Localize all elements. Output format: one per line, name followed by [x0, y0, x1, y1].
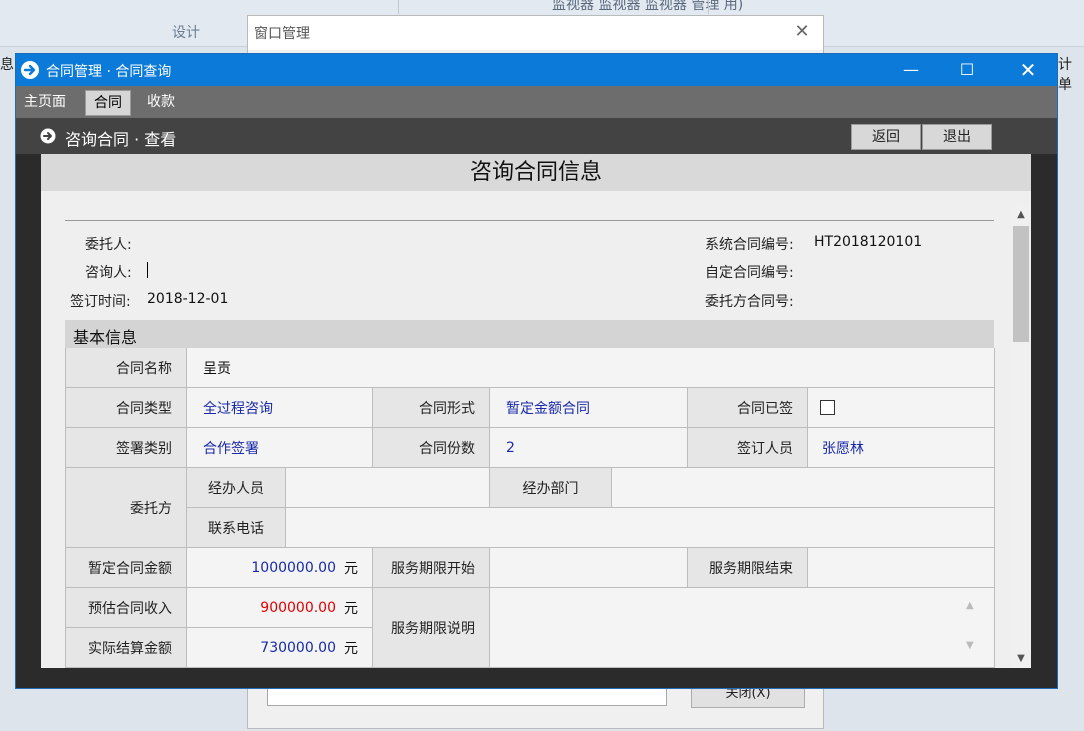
arrow-circle-icon — [40, 128, 56, 144]
sign-date-value: 2018-12-01 — [147, 291, 229, 307]
currency-unit: 元 — [344, 600, 358, 617]
window-manager-close-icon[interactable]: ✕ — [792, 22, 812, 42]
contract-query-window: 合同管理 · 合同查询 — ☐ ✕ 主页面 合同 收款 咨询合同 · 查看 返回… — [15, 53, 1058, 689]
actual-amount-label: 实际结算金额 — [66, 628, 187, 668]
phone-label: 联系电话 — [187, 508, 286, 548]
tentative-amount-label: 暂定合同金额 — [66, 548, 187, 588]
text-caret — [147, 262, 148, 278]
section-title: 基本信息 — [73, 328, 138, 347]
window-manager-title: 窗口管理 — [254, 26, 310, 42]
scrollbar-thumb[interactable] — [1013, 226, 1029, 342]
client-party-label: 委托方 — [66, 468, 187, 548]
currency-unit: 元 — [344, 640, 358, 657]
tab-contract[interactable]: 合同 — [85, 90, 131, 116]
form-title: 咨询合同信息 — [41, 154, 1031, 191]
background-separator — [398, 0, 399, 14]
consultant-label: 咨询人: — [85, 265, 132, 281]
back-button[interactable]: 返回 — [851, 124, 921, 150]
tab-home[interactable]: 主页面 — [16, 90, 74, 114]
basic-info-table: 合同名称 呈贡 合同类型 全过程咨询 合同形式 暂定金额合同 合同已签 签署类别… — [65, 348, 995, 668]
vertical-scrollbar[interactable]: ▲ ▼ — [1012, 206, 1030, 668]
close-window-button[interactable]: ✕ — [1005, 54, 1051, 86]
estimated-income-label: 预估合同收入 — [66, 588, 187, 628]
system-contract-no-value: HT2018120101 — [814, 234, 923, 250]
department-label: 经办部门 — [490, 468, 612, 508]
service-end-value[interactable] — [808, 548, 995, 588]
minimize-button[interactable]: — — [888, 54, 934, 86]
sign-category-value[interactable]: 合作签署 — [187, 428, 373, 468]
section-header-basic-info: 基本信息 — [65, 320, 994, 348]
service-start-value[interactable] — [490, 548, 688, 588]
tentative-amount-value: 1000000.00 — [251, 559, 336, 576]
background-right-fragment: 计单 — [1058, 57, 1072, 93]
contract-form-label: 合同形式 — [373, 388, 490, 428]
tentative-amount-cell[interactable]: 1000000.00 元 — [187, 548, 373, 588]
page-title: 咨询合同 · 查看 — [65, 130, 177, 149]
background-design-label: 设计 — [172, 25, 200, 41]
contract-signed-label: 合同已签 — [688, 388, 808, 428]
handler-label: 经办人员 — [187, 468, 286, 508]
tab-bar: 主页面 合同 收款 — [16, 86, 1057, 118]
department-value[interactable] — [612, 468, 995, 508]
service-desc-textarea[interactable]: ▲ ▼ — [490, 588, 995, 668]
contract-form-panel: 咨询合同信息 委托人: 咨询人: 签订时间: 2018-12-01 系统合同编号… — [41, 154, 1031, 668]
window-titlebar: 合同管理 · 合同查询 — ☐ ✕ — [16, 54, 1057, 86]
estimated-income-value: 900000.00 — [260, 599, 336, 616]
service-desc-label: 服务期限说明 — [373, 588, 490, 668]
handler-value[interactable] — [286, 468, 490, 508]
sign-category-label: 签署类别 — [66, 428, 187, 468]
app-arrow-icon — [21, 61, 39, 79]
contract-type-value[interactable]: 全过程咨询 — [187, 388, 373, 428]
contract-copies-label: 合同份数 — [373, 428, 490, 468]
contract-type-label: 合同类型 — [66, 388, 187, 428]
actual-amount-cell[interactable]: 730000.00 元 — [187, 628, 373, 668]
background-separator — [708, 0, 709, 14]
signer-value[interactable]: 张愿林 — [808, 428, 995, 468]
currency-unit: 元 — [344, 560, 358, 577]
scroll-up-icon[interactable]: ▲ — [1012, 206, 1030, 224]
contract-name-value[interactable]: 呈贡 — [187, 348, 995, 388]
window-title: 合同管理 · 合同查询 — [46, 64, 172, 80]
signer-label: 签订人员 — [688, 428, 808, 468]
contract-name-label: 合同名称 — [66, 348, 187, 388]
phone-value[interactable] — [286, 508, 995, 548]
page-header-bar: 咨询合同 · 查看 返回 退出 — [16, 118, 1057, 154]
client-label: 委托人: — [85, 237, 132, 253]
service-start-label: 服务期限开始 — [373, 548, 490, 588]
divider — [65, 220, 994, 221]
custom-contract-no-label: 自定合同编号: — [705, 265, 794, 281]
service-end-label: 服务期限结束 — [688, 548, 808, 588]
scroll-down-icon[interactable]: ▼ — [1012, 650, 1030, 668]
actual-amount-value: 730000.00 — [260, 639, 336, 656]
estimated-income-cell[interactable]: 900000.00 元 — [187, 588, 373, 628]
contract-signed-cell — [808, 388, 995, 428]
window-manager-titlebar: 窗口管理 ✕ — [248, 16, 823, 50]
system-contract-no-label: 系统合同编号: — [705, 237, 794, 253]
consultant-field[interactable] — [147, 262, 148, 278]
background-top-right-text: 监视器 监视器 监视器 管理 用) — [552, 0, 744, 13]
contract-form-value[interactable]: 暂定金额合同 — [490, 388, 688, 428]
maximize-button[interactable]: ☐ — [944, 54, 990, 86]
client-contract-no-label: 委托方合同号: — [705, 294, 794, 310]
contract-copies-value[interactable]: 2 — [490, 428, 688, 468]
sign-date-label: 签订时间: — [70, 294, 131, 310]
exit-button[interactable]: 退出 — [922, 124, 992, 150]
memo-scroll-up-icon[interactable]: ▲ — [966, 600, 974, 611]
tab-payment[interactable]: 收款 — [139, 90, 183, 114]
contract-signed-checkbox[interactable] — [820, 400, 835, 415]
background-left-fragment: 息 — [0, 57, 14, 73]
memo-scroll-down-icon[interactable]: ▼ — [966, 640, 974, 651]
